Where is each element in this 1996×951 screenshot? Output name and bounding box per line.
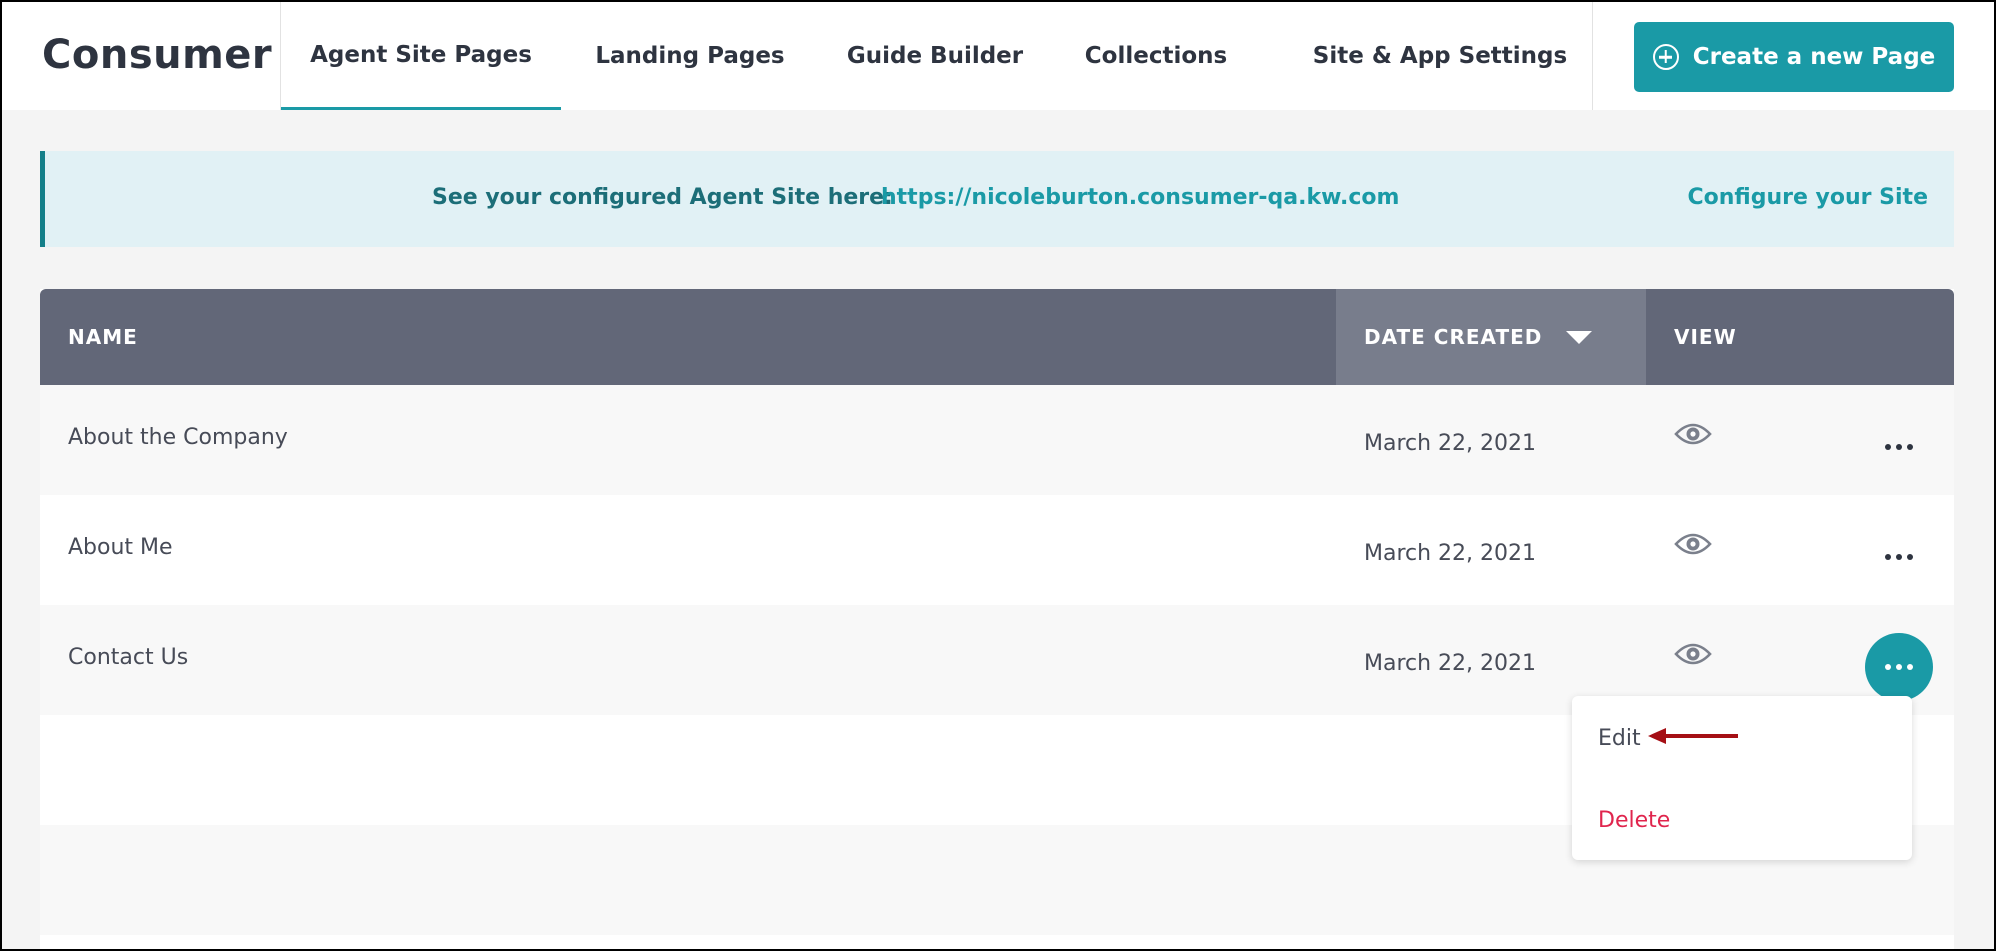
agent-site-link[interactable]: https://nicoleburton.consumer-qa.kw.com — [881, 185, 1399, 210]
app-title: Consumer — [42, 32, 273, 78]
create-new-page-button[interactable]: Create a new Page — [1634, 22, 1954, 92]
page-name: Contact Us — [68, 645, 189, 670]
date-created: March 22, 2021 — [1364, 651, 1537, 676]
page-name: About Me — [68, 535, 173, 560]
sort-descending-icon — [1566, 330, 1593, 344]
row-actions-menu: Edit Delete — [1572, 696, 1912, 860]
tab-label: Site & App Settings — [1312, 43, 1568, 69]
create-button-label: Create a new Page — [1692, 44, 1936, 70]
agent-site-banner: See your configured Agent Site here: htt… — [40, 151, 1954, 247]
more-dot — [1907, 664, 1913, 670]
date-created: March 22, 2021 — [1364, 431, 1537, 456]
more-dot — [1907, 554, 1913, 560]
eye-icon[interactable] — [1674, 531, 1712, 557]
column-header-view: VIEW — [1674, 325, 1737, 349]
more-options-button[interactable] — [1865, 523, 1933, 591]
page-name: About the Company — [68, 425, 288, 450]
top-header: Consumer Agent Site Pages Landing Pages … — [2, 2, 1994, 110]
more-options-button-active[interactable] — [1865, 633, 1933, 701]
tab-agent-site-pages[interactable]: Agent Site Pages — [281, 2, 561, 110]
more-dot — [1896, 444, 1902, 450]
tab-collections[interactable]: Collections — [1051, 2, 1261, 110]
header-divider — [1592, 2, 1593, 110]
configure-site-link[interactable]: Configure your Site — [1687, 185, 1928, 210]
more-dot — [1896, 554, 1902, 560]
eye-icon[interactable] — [1674, 421, 1712, 447]
tab-site-app-settings[interactable]: Site & App Settings — [1295, 2, 1585, 110]
tab-guide-builder[interactable]: Guide Builder — [819, 2, 1051, 110]
column-header-name: NAME — [68, 325, 138, 349]
tab-label: Landing Pages — [595, 43, 785, 69]
more-dot — [1885, 554, 1891, 560]
more-options-button[interactable] — [1865, 413, 1933, 481]
tab-label: Agent Site Pages — [310, 41, 532, 68]
annotation-arrow-icon — [1648, 728, 1738, 744]
table-row: About the Company March 22, 2021 — [40, 385, 1954, 495]
tab-label: Collections — [1084, 43, 1228, 69]
more-dot — [1907, 444, 1913, 450]
banner-text: See your configured Agent Site here: — [432, 185, 893, 210]
edit-menu-item[interactable]: Edit — [1598, 726, 1641, 751]
column-header-date-created[interactable]: DATE CREATED — [1336, 289, 1646, 385]
plus-circle-icon — [1652, 44, 1679, 70]
more-dot — [1896, 664, 1902, 670]
table-row: About Me March 22, 2021 — [40, 495, 1954, 605]
eye-icon[interactable] — [1674, 641, 1712, 667]
more-dot — [1885, 444, 1891, 450]
date-created: March 22, 2021 — [1364, 541, 1537, 566]
more-dot — [1885, 664, 1891, 670]
table-header: NAME DATE CREATED VIEW — [40, 289, 1954, 385]
tab-landing-pages[interactable]: Landing Pages — [561, 2, 819, 110]
delete-menu-item[interactable]: Delete — [1598, 808, 1670, 833]
tab-label: Guide Builder — [846, 43, 1024, 69]
